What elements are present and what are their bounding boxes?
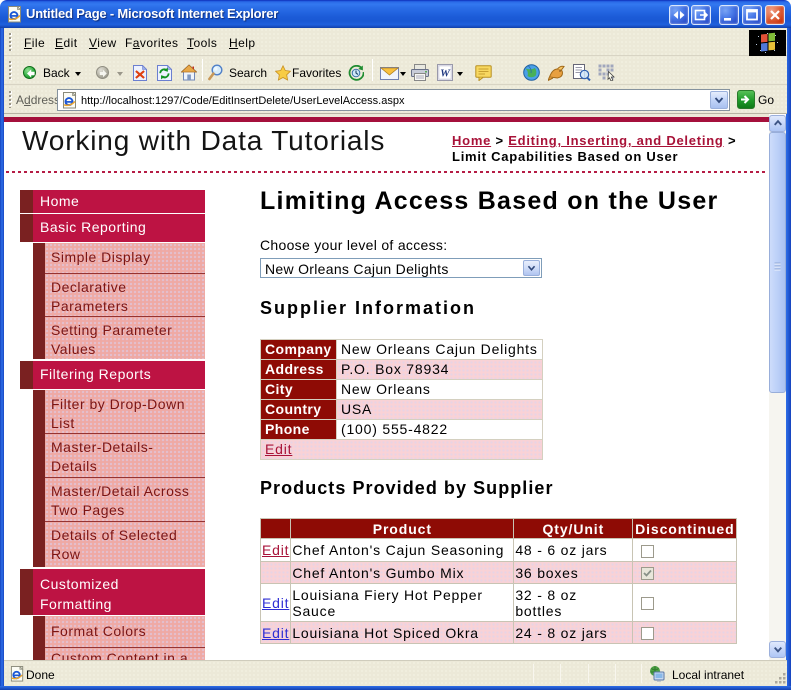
- svg-text:W: W: [440, 68, 451, 80]
